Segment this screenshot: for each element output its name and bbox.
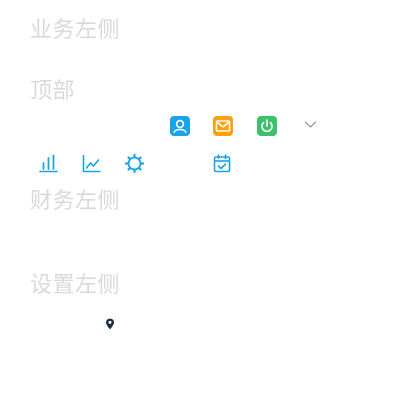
section-title-settings-left: 设置左侧 [30,273,121,298]
section-title-finance-left: 财务左侧 [30,189,121,214]
location-pin-icon[interactable] [105,318,115,330]
user-icon[interactable] [170,116,190,136]
power-icon[interactable] [257,116,277,136]
section-title-top: 顶部 [30,79,76,104]
mail-icon[interactable] [213,116,233,136]
chevron-down-icon[interactable] [304,118,317,131]
section-title-business-left: 业务左侧 [30,18,121,43]
calendar-check-icon[interactable] [213,154,231,173]
icon-gallery-page: 业务左侧 顶部 财务左侧 设置左侧 [0,0,400,400]
gear-icon[interactable] [125,154,144,173]
line-chart-icon[interactable] [82,154,101,173]
bar-chart-icon[interactable] [39,154,58,173]
